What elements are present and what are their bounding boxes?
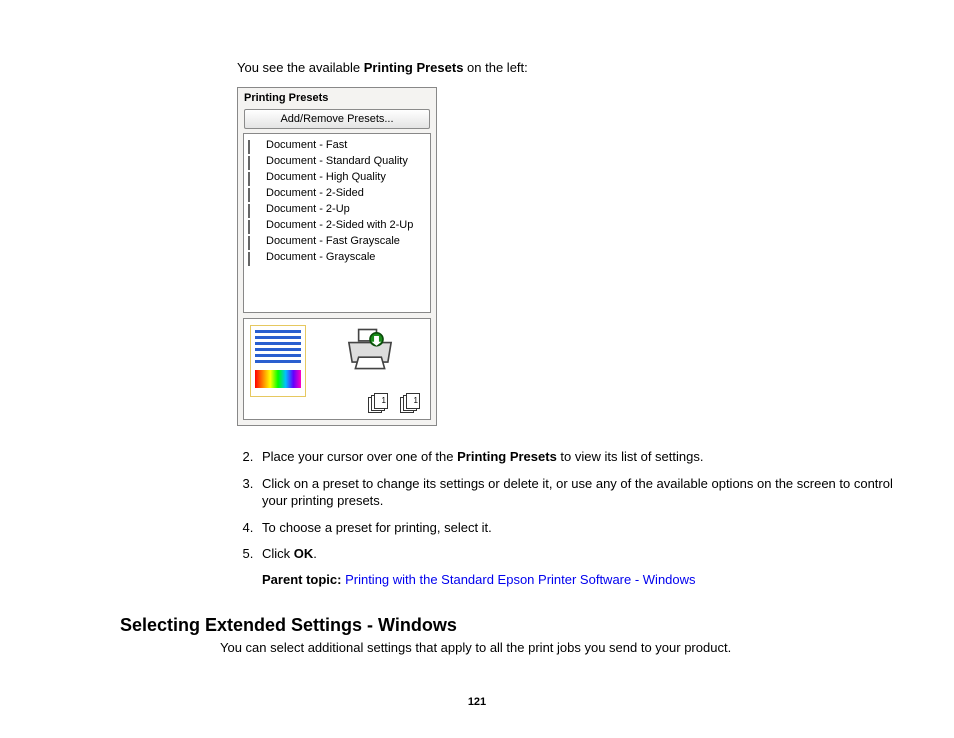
preset-label: Document - High Quality <box>266 169 386 185</box>
document-grayscale-icon <box>248 251 262 263</box>
step-3: Click on a preset to change its settings… <box>257 475 894 510</box>
preset-label: Document - 2-Sided with 2-Up <box>266 217 413 233</box>
preset-label: Document - Fast Grayscale <box>266 233 400 249</box>
preset-label: Document - 2-Sided <box>266 185 364 201</box>
document-2up-icon <box>248 203 262 215</box>
instruction-steps: Place your cursor over one of the Printi… <box>217 448 894 563</box>
step-2: Place your cursor over one of the Printi… <box>257 448 894 466</box>
preset-label: Document - Standard Quality <box>266 153 408 169</box>
preset-item[interactable]: Document - 2-Up <box>244 201 430 217</box>
intro-bold: Printing Presets <box>364 60 464 75</box>
preset-label: Document - Fast <box>266 137 347 153</box>
preset-item[interactable]: Document - 2-Sided with 2-Up <box>244 217 430 233</box>
intro-suffix: on the left: <box>463 60 527 75</box>
preset-item[interactable]: Document - 2-Sided <box>244 185 430 201</box>
parent-topic: Parent topic: Printing with the Standard… <box>262 572 894 587</box>
document-2sided-2up-icon <box>248 219 262 231</box>
document-icon <box>248 171 262 183</box>
document-2sided-icon <box>248 187 262 199</box>
preset-item[interactable]: Document - Grayscale <box>244 249 430 265</box>
page-number: 121 <box>0 696 954 708</box>
panel-title: Printing Presets <box>238 88 436 106</box>
presets-list: Document - Fast Document - Standard Qual… <box>243 133 431 313</box>
collate-icon: 321 <box>368 393 392 413</box>
parent-topic-label: Parent topic: <box>262 572 345 587</box>
preset-item[interactable]: Document - Fast Grayscale <box>244 233 430 249</box>
intro-prefix: You see the available <box>237 60 364 75</box>
preset-preview: 321 321 <box>243 318 431 420</box>
intro-text: You see the available Printing Presets o… <box>237 60 894 75</box>
preset-label: Document - Grayscale <box>266 249 375 265</box>
section-text: You can select additional settings that … <box>220 640 894 655</box>
collate-icon: 321 <box>400 393 424 413</box>
document-icon <box>248 139 262 151</box>
preset-item[interactable]: Document - High Quality <box>244 169 430 185</box>
parent-topic-link[interactable]: Printing with the Standard Epson Printer… <box>345 572 695 587</box>
printer-icon <box>344 325 396 373</box>
document-grayscale-icon <box>248 235 262 247</box>
printing-presets-panel: Printing Presets Add/Remove Presets... D… <box>237 87 437 426</box>
section-heading: Selecting Extended Settings - Windows <box>120 615 894 636</box>
document-thumbnail <box>250 325 306 397</box>
add-remove-presets-button[interactable]: Add/Remove Presets... <box>244 109 430 129</box>
color-bar-icon <box>255 370 301 388</box>
preset-item[interactable]: Document - Standard Quality <box>244 153 430 169</box>
step-4: To choose a preset for printing, select … <box>257 519 894 537</box>
document-icon <box>248 155 262 167</box>
preset-label: Document - 2-Up <box>266 201 350 217</box>
step-5: Click OK. <box>257 545 894 563</box>
preset-item[interactable]: Document - Fast <box>244 137 430 153</box>
